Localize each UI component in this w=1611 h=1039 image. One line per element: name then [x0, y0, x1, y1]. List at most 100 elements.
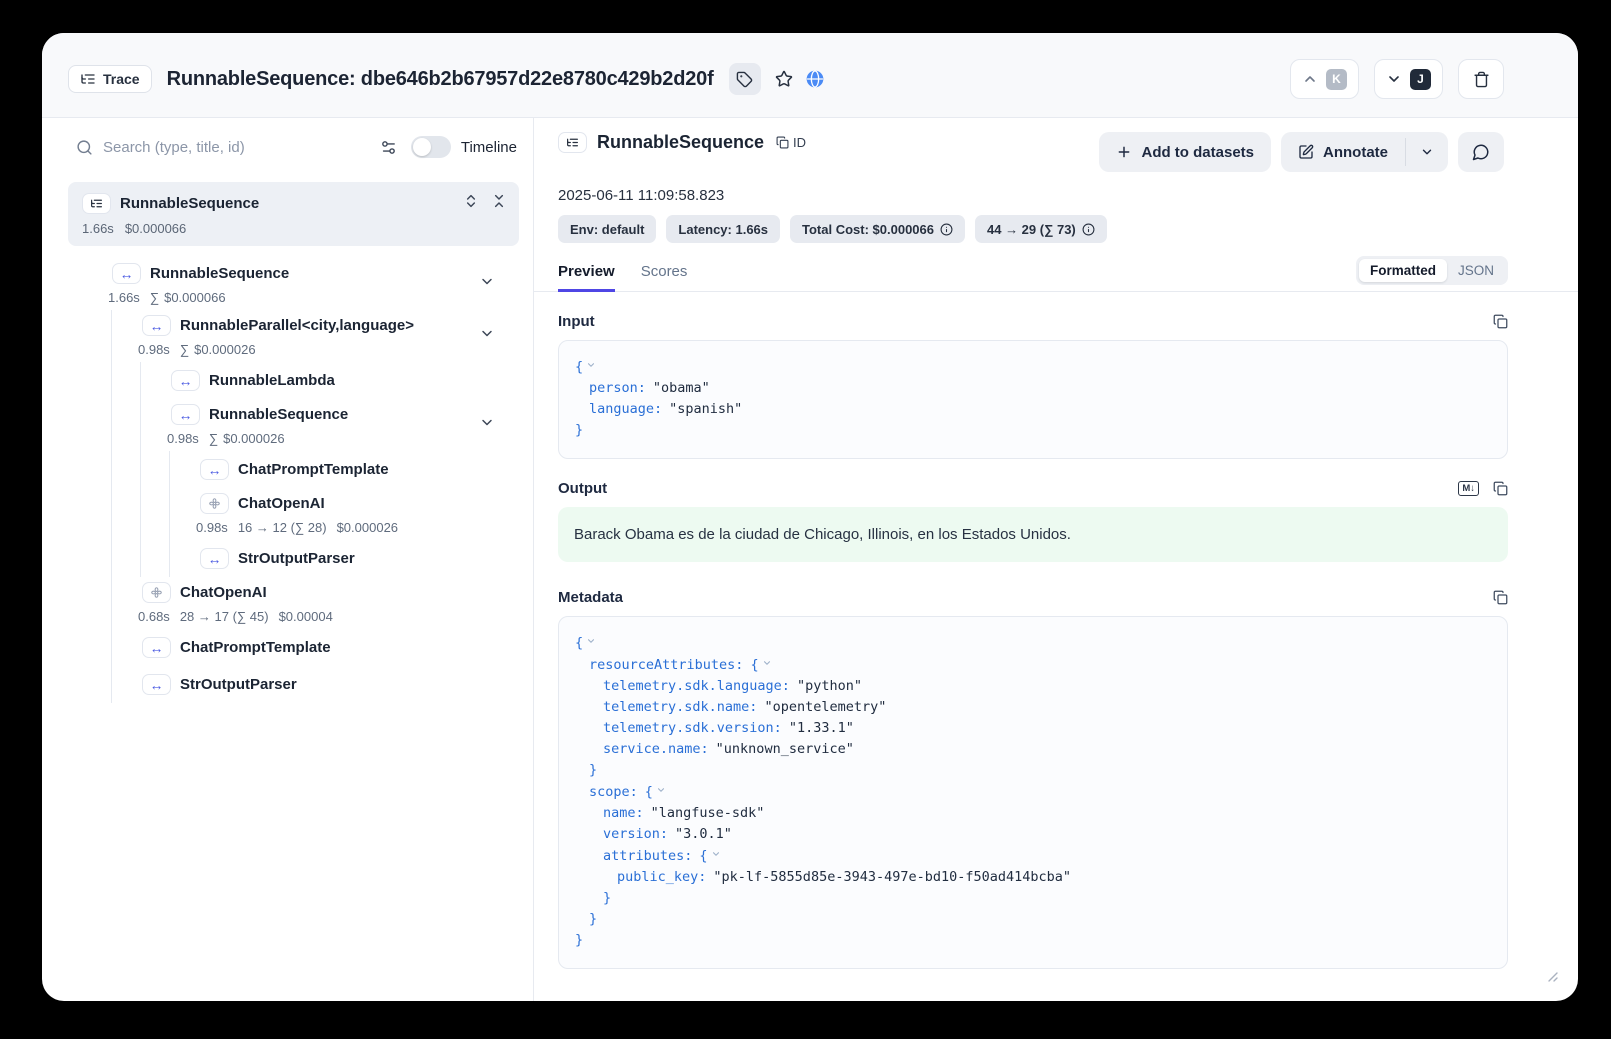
collapse-chevron-icon[interactable] [656, 781, 666, 802]
json-value: "pk-lf-5855d85e-3943-497e-bd10-f50ad414b… [713, 869, 1071, 885]
span-arrow-icon: ↔ [150, 641, 164, 655]
output-text-box: Barack Obama es de la ciudad de Chicago,… [558, 507, 1508, 562]
markdown-toggle-icon[interactable]: M↓ [1458, 481, 1479, 496]
tree-node-runnablesequence-inner[interactable]: ↔ RunnableSequence 0.98s ∑ $0.000026 [141, 399, 525, 451]
public-globe-icon[interactable] [805, 69, 825, 89]
tree-node-chatopenai[interactable]: ChatOpenAI 0.98s 16 → 12 (∑ 28) $0.00002… [170, 488, 525, 540]
annotate-dropdown-button[interactable] [1406, 132, 1448, 172]
span-arrow-icon: ↔ [150, 319, 164, 333]
json-value: "1.33.1" [789, 720, 854, 736]
bookmark-star-button[interactable] [768, 63, 800, 95]
expand-all-button[interactable] [463, 193, 479, 209]
app-window: Trace RunnableSequence: dbe646b2b67957d2… [42, 33, 1578, 1001]
comments-button[interactable] [1458, 132, 1504, 172]
span-badge: ↔ [200, 459, 229, 480]
chevron-down-icon[interactable] [479, 326, 495, 347]
sigma-icon: ∑ [150, 290, 159, 305]
tab-scores[interactable]: Scores [641, 263, 688, 292]
collapse-all-button[interactable] [491, 193, 507, 209]
list-tree-icon [90, 197, 103, 210]
token-usage: 28 → 17 (∑ 45) [180, 609, 269, 624]
copy-output-button[interactable] [1493, 481, 1508, 496]
trace-tree: ↔ RunnableSequence 1.66s ∑ $0.000066 [42, 254, 533, 703]
input-json-box: { person:"obama" language:"spanish" } [558, 340, 1508, 459]
edit-pen-icon [1298, 144, 1314, 160]
trace-root-row[interactable]: RunnableSequence 1.66s $0.000066 [68, 182, 519, 246]
span-badge: ↔ [142, 315, 171, 336]
tree-node-chatprompttemplate-outer[interactable]: ↔ ChatPromptTemplate [112, 629, 525, 666]
search-icon [76, 139, 93, 156]
collapse-chevron-icon[interactable] [762, 654, 772, 675]
span-arrow-icon: ↔ [179, 408, 193, 422]
collapse-chevron-icon[interactable] [711, 845, 721, 866]
json-key: telemetry.sdk.name: [603, 699, 757, 715]
tag-button[interactable] [729, 63, 761, 95]
generation-flower-icon [150, 586, 163, 599]
copy-input-button[interactable] [1493, 314, 1508, 329]
resize-handle[interactable] [1548, 969, 1558, 987]
plus-icon [1116, 144, 1132, 160]
tree-node-chatopenai-outer[interactable]: ChatOpenAI 0.68s 28 → 17 (∑ 45) $0.00004 [112, 577, 525, 629]
root-node-label: RunnableSequence [120, 195, 259, 212]
sigma-icon: ∑ [180, 342, 189, 357]
json-key: service.name: [603, 741, 709, 757]
star-icon [775, 70, 793, 88]
detail-tab-bar: Preview Scores Formatted JSON [534, 258, 1578, 292]
tree-node-chatprompttemplate[interactable]: ↔ ChatPromptTemplate [170, 451, 525, 488]
tree-node-stroutputparser-outer[interactable]: ↔ StrOutputParser [112, 666, 525, 703]
span-badge: ↔ [171, 404, 200, 425]
token-usage-badge[interactable]: 44 → 29 (∑ 73) [975, 215, 1107, 243]
trace-detail-panel: RunnableSequence ID Add to datasets [534, 118, 1578, 1001]
delete-trace-button[interactable] [1458, 59, 1504, 99]
generation-badge [142, 582, 171, 603]
sigma-icon: ∑ [209, 431, 218, 446]
search-input[interactable] [103, 139, 366, 156]
json-key: attributes: [603, 848, 692, 864]
generation-badge [200, 493, 229, 514]
json-value: "unknown_service" [716, 741, 854, 757]
trace-node-badge [558, 132, 587, 153]
trace-badge-label: Trace [103, 71, 140, 87]
detail-title: RunnableSequence [597, 132, 764, 153]
span-arrow-icon: ↔ [150, 678, 164, 692]
chevron-down-icon[interactable] [479, 274, 495, 295]
tab-preview[interactable]: Preview [558, 263, 615, 292]
span-arrow-icon: ↔ [179, 374, 193, 388]
collapse-chevron-icon[interactable] [586, 632, 596, 653]
prev-trace-button[interactable]: K [1290, 59, 1359, 99]
copy-id-button[interactable]: ID [776, 135, 806, 150]
add-to-datasets-button[interactable]: Add to datasets [1099, 132, 1271, 172]
span-badge: ↔ [142, 674, 171, 695]
timeline-toggle[interactable] [411, 136, 451, 158]
format-json-option[interactable]: JSON [1447, 259, 1505, 282]
json-value: "python" [797, 678, 862, 694]
chevron-up-icon [1302, 71, 1318, 87]
json-value: "3.0.1" [675, 826, 732, 842]
tree-node-runnablelambda[interactable]: ↔ RunnableLambda [141, 362, 525, 399]
json-key: scope: [589, 784, 638, 800]
annotate-button[interactable]: Annotate [1281, 132, 1405, 172]
trace-stats-row: Env: default Latency: 1.66s Total Cost: … [534, 204, 1578, 243]
top-bar: Trace RunnableSequence: dbe646b2b67957d2… [42, 33, 1578, 118]
toggle-knob [413, 138, 431, 156]
json-key: resourceAttributes: [589, 657, 743, 673]
total-cost-badge[interactable]: Total Cost: $0.000066 [790, 215, 965, 243]
tree-node-runnablesequence[interactable]: ↔ RunnableSequence 1.66s ∑ $0.000066 [42, 258, 525, 310]
tree-node-stroutputparser[interactable]: ↔ StrOutputParser [170, 540, 525, 577]
span-badge: ↔ [171, 370, 200, 391]
filter-sliders-button[interactable] [376, 135, 401, 160]
json-value: "opentelemetry" [764, 699, 886, 715]
trace-tree-sidebar: Timeline RunnableSequence [42, 118, 534, 1001]
collapse-chevron-icon[interactable] [586, 356, 596, 377]
format-formatted-option[interactable]: Formatted [1359, 259, 1447, 282]
token-usage: 16 → 12 (∑ 28) [238, 520, 327, 535]
json-value: "obama" [653, 380, 710, 396]
info-icon [1082, 223, 1095, 236]
json-key: person: [589, 380, 646, 396]
trace-timestamp: 2025-06-11 11:09:58.823 [534, 172, 1578, 204]
copy-metadata-button[interactable] [1493, 590, 1508, 605]
tree-node-runnableparallel[interactable]: ↔ RunnableParallel<city,language> 0.98s … [112, 310, 525, 362]
json-key: telemetry.sdk.language: [603, 678, 790, 694]
chevron-down-icon[interactable] [479, 415, 495, 436]
next-trace-button[interactable]: J [1374, 59, 1443, 99]
